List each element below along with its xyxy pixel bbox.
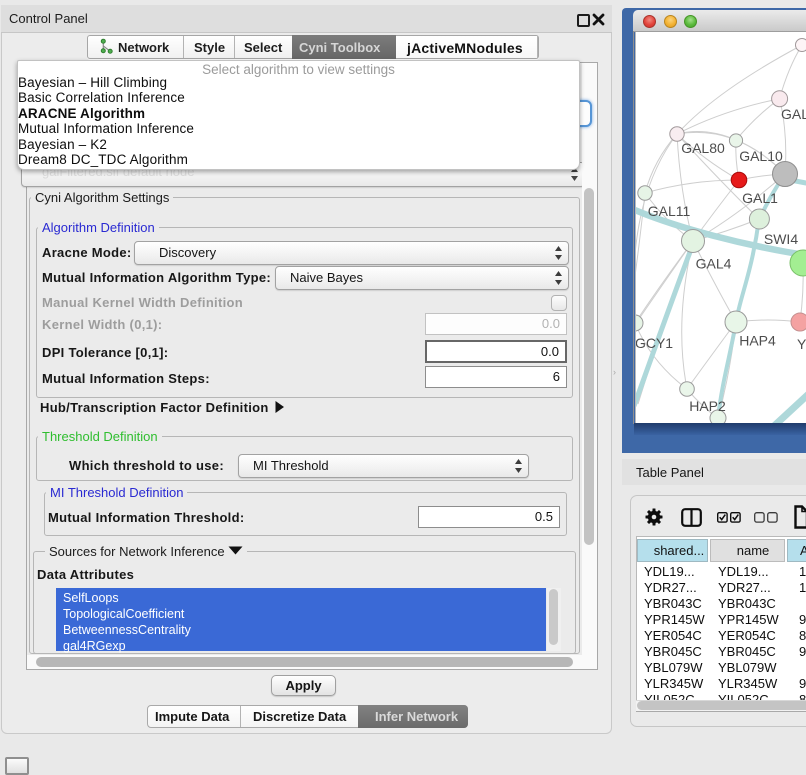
svg-text:GAL80: GAL80 [681, 140, 725, 156]
svg-text:GAL10: GAL10 [739, 148, 783, 164]
svg-text:GAL7: GAL7 [781, 106, 806, 122]
svg-text:GAL1: GAL1 [742, 190, 778, 206]
svg-text:GCY1: GCY1 [635, 335, 673, 351]
svg-text:SWI4: SWI4 [764, 231, 798, 247]
svg-text:HAP2: HAP2 [689, 398, 726, 414]
svg-text:GAL4: GAL4 [696, 256, 732, 272]
svg-text:YM: YM [797, 336, 806, 352]
svg-text:GAL11: GAL11 [648, 203, 691, 219]
svg-text:HAP4: HAP4 [739, 333, 776, 349]
